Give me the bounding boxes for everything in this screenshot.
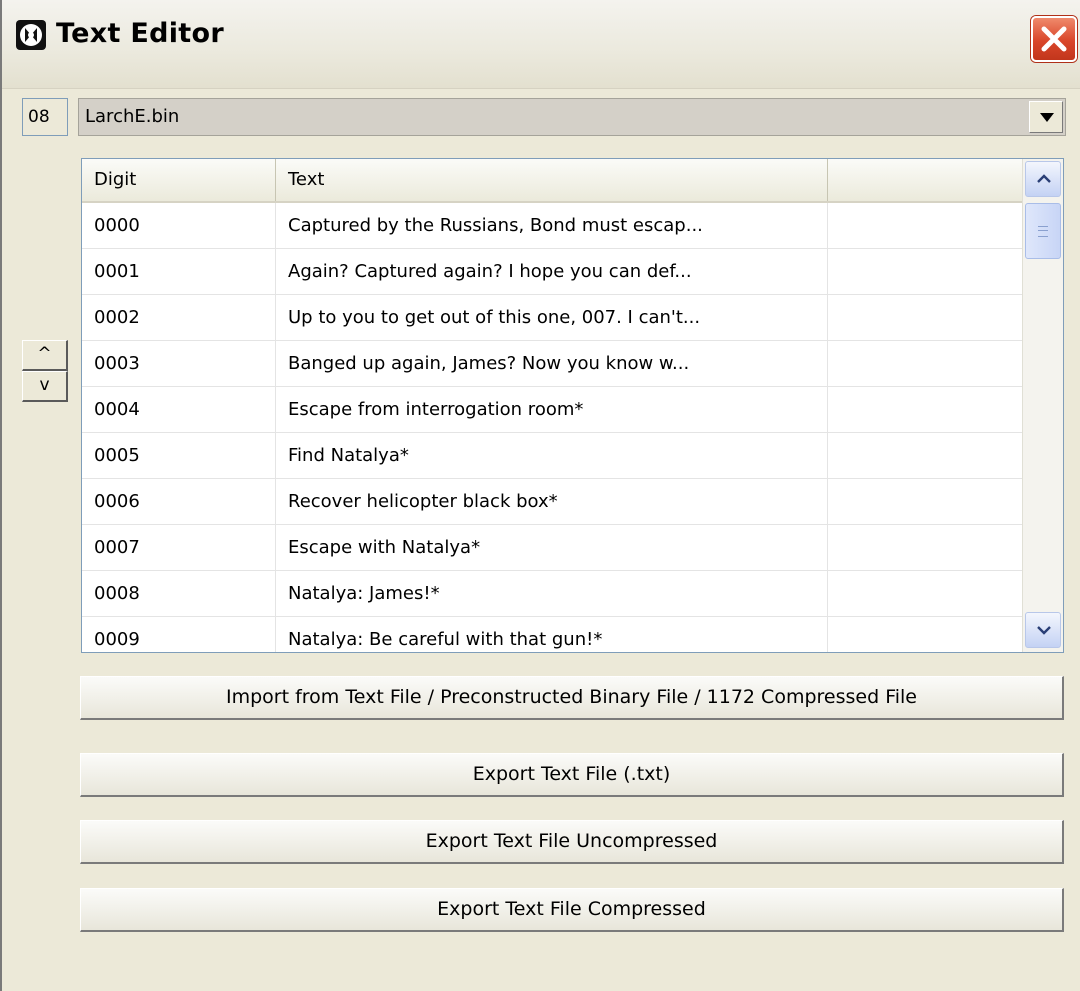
- close-icon: [1041, 26, 1067, 52]
- text-cell: Up to you to get out of this one, 007. I…: [276, 295, 828, 340]
- table-row[interactable]: 0006 Recover helicopter black box*: [82, 479, 1022, 525]
- digit-cell: 0004: [82, 387, 276, 432]
- column-header-digit[interactable]: Digit: [82, 159, 276, 201]
- file-dropdown[interactable]: LarchE.bin: [78, 98, 1066, 136]
- extra-cell: [828, 203, 1022, 248]
- row-move-stepper: ^ v: [22, 340, 70, 404]
- extra-cell: [828, 249, 1022, 294]
- extra-cell: [828, 387, 1022, 432]
- export-uncompressed-button[interactable]: Export Text File Uncompressed: [80, 820, 1064, 864]
- extra-cell: [828, 295, 1022, 340]
- app-icon: [16, 20, 46, 50]
- text-cell: Natalya: James!*: [276, 571, 828, 616]
- extra-cell: [828, 571, 1022, 616]
- file-index: 08: [22, 98, 68, 136]
- import-button[interactable]: Import from Text File / Preconstructed B…: [80, 676, 1064, 720]
- table-row[interactable]: 0009 Natalya: Be careful with that gun!*: [82, 617, 1022, 652]
- column-header-text[interactable]: Text: [276, 159, 828, 201]
- text-cell: Escape from interrogation room*: [276, 387, 828, 432]
- title-bar[interactable]: Text Editor: [2, 0, 1080, 89]
- text-cell: Again? Captured again? I hope you can de…: [276, 249, 828, 294]
- extra-cell: [828, 433, 1022, 478]
- table-row[interactable]: 0007 Escape with Natalya*: [82, 525, 1022, 571]
- text-cell: Banged up again, James? Now you know w..…: [276, 341, 828, 386]
- text-cell: Escape with Natalya*: [276, 525, 828, 570]
- table-row[interactable]: 0002 Up to you to get out of this one, 00…: [82, 295, 1022, 341]
- chevron-down-icon: [1040, 113, 1054, 122]
- digit-cell: 0005: [82, 433, 276, 478]
- dropdown-arrow-button[interactable]: [1029, 101, 1063, 133]
- extra-cell: [828, 341, 1022, 386]
- extra-cell: [828, 525, 1022, 570]
- digit-cell: 0006: [82, 479, 276, 524]
- text-editor-window: Text Editor 08 LarchE.bin ^ v Digit Text…: [0, 0, 1080, 991]
- digit-cell: 0003: [82, 341, 276, 386]
- chevron-up-icon: [1037, 174, 1051, 183]
- table-row[interactable]: 0005 Find Natalya*: [82, 433, 1022, 479]
- table-body: 0000 Captured by the Russians, Bond must …: [82, 203, 1022, 652]
- column-header-extra[interactable]: [828, 159, 1024, 201]
- scroll-down-button[interactable]: [1025, 612, 1061, 648]
- digit-cell: 0000: [82, 203, 276, 248]
- digit-cell: 0008: [82, 571, 276, 616]
- digit-cell: 0009: [82, 617, 276, 652]
- window-title: Text Editor: [56, 18, 224, 49]
- digit-cell: 0002: [82, 295, 276, 340]
- table-row[interactable]: 0000 Captured by the Russians, Bond must …: [82, 203, 1022, 249]
- table-row[interactable]: 0008 Natalya: James!*: [82, 571, 1022, 617]
- extra-cell: [828, 617, 1022, 652]
- text-cell: Natalya: Be careful with that gun!*: [276, 617, 828, 652]
- close-button[interactable]: [1031, 16, 1077, 62]
- table-row[interactable]: 0004 Escape from interrogation room*: [82, 387, 1022, 433]
- grip-icon: [1038, 226, 1048, 237]
- text-table: Digit Text 0000 Captured by the Russians,…: [81, 158, 1064, 653]
- vertical-scrollbar[interactable]: [1022, 159, 1063, 652]
- chevron-down-icon: [1037, 626, 1051, 635]
- scroll-up-button[interactable]: [1025, 161, 1061, 197]
- export-txt-button[interactable]: Export Text File (.txt): [80, 753, 1064, 797]
- extra-cell: [828, 479, 1022, 524]
- move-up-button[interactable]: ^: [22, 340, 68, 371]
- scroll-thumb[interactable]: [1025, 203, 1061, 259]
- table-row[interactable]: 0003 Banged up again, James? Now you know…: [82, 341, 1022, 387]
- table-row[interactable]: 0001 Again? Captured again? I hope you ca…: [82, 249, 1022, 295]
- table-header: Digit Text: [82, 159, 1024, 203]
- digit-cell: 0001: [82, 249, 276, 294]
- digit-cell: 0007: [82, 525, 276, 570]
- export-compressed-button[interactable]: Export Text File Compressed: [80, 888, 1064, 932]
- text-cell: Captured by the Russians, Bond must esca…: [276, 203, 828, 248]
- move-down-button[interactable]: v: [22, 371, 68, 402]
- text-cell: Recover helicopter black box*: [276, 479, 828, 524]
- file-dropdown-value: LarchE.bin: [85, 106, 180, 127]
- text-cell: Find Natalya*: [276, 433, 828, 478]
